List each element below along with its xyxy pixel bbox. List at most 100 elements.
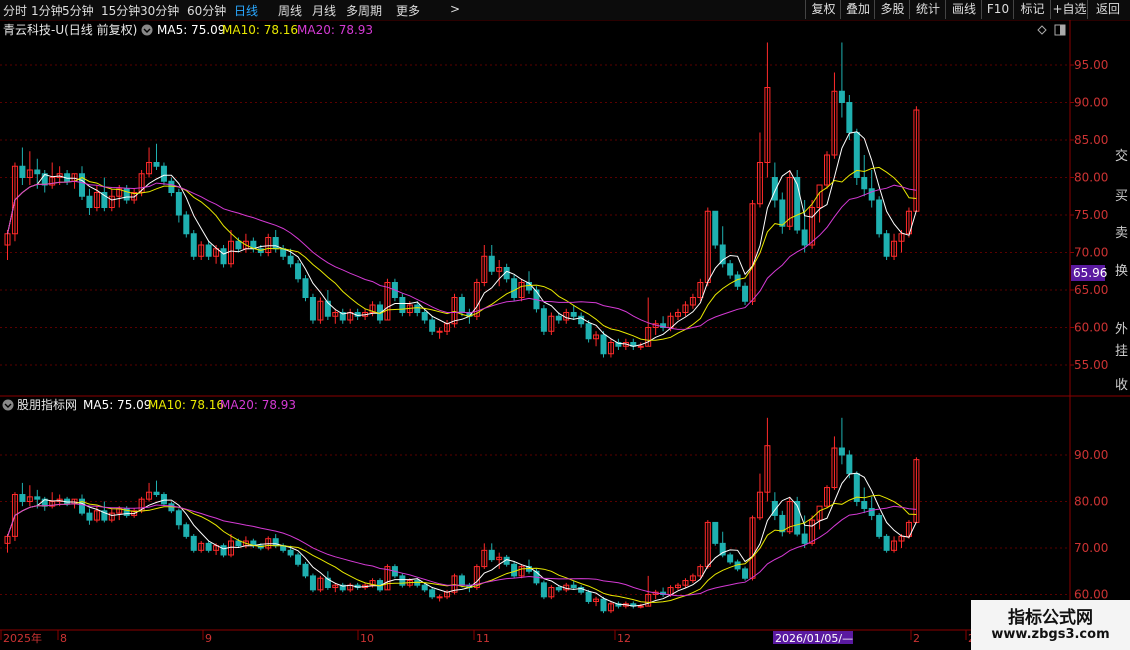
period-tab[interactable]: 月线 <box>312 2 336 19</box>
candle-body <box>712 210 719 246</box>
watermark-title: 指标公式网 <box>1008 608 1093 628</box>
candle-body <box>436 330 443 333</box>
candle-body <box>19 494 26 502</box>
ma10-line <box>7 494 917 603</box>
candle-body <box>742 285 749 302</box>
candle-body <box>287 255 294 265</box>
candle-body <box>421 312 428 321</box>
candle-body <box>160 494 167 505</box>
y-tick-label: 55.00 <box>1074 358 1108 372</box>
candle-body <box>324 300 331 317</box>
chevron-down-circle-icon[interactable] <box>141 24 153 36</box>
candle-body <box>637 605 644 608</box>
candle-body <box>585 591 592 602</box>
candle-body <box>779 199 786 227</box>
candle-body <box>868 188 875 201</box>
y-tick-label: 90.00 <box>1074 96 1108 110</box>
ma20-legend: MA20: 78.93 <box>297 23 373 37</box>
y-tick-label: 90.00 <box>1074 448 1108 462</box>
candle-body <box>175 510 182 526</box>
candle-body <box>399 297 406 313</box>
candle-body <box>883 535 890 551</box>
candle-body <box>540 582 547 598</box>
x-tick-label: 12 <box>617 632 631 645</box>
x-tick-label: 8 <box>60 632 67 645</box>
period-tab[interactable]: 1分钟 <box>31 2 63 19</box>
period-tab[interactable]: 分时 <box>3 2 27 19</box>
sub-indicator-title: 股朋指标网 <box>17 397 77 412</box>
candle-body <box>205 542 212 551</box>
diamond-icon[interactable] <box>1037 25 1047 35</box>
candle-body <box>220 545 227 556</box>
candle-body <box>295 554 302 565</box>
sub-candles <box>4 417 920 614</box>
candle-body <box>861 177 868 190</box>
candle-body <box>160 165 167 182</box>
date-cursor-label: 2026/01/05/— <box>773 631 853 645</box>
candle-body <box>414 304 421 313</box>
candle-body <box>861 501 868 509</box>
candle-body <box>771 177 778 201</box>
panel-frames <box>0 20 1130 631</box>
sub-ma5-legend: MA5: 75.09 <box>83 398 151 412</box>
candle-body <box>168 180 175 193</box>
candle-body <box>846 454 853 475</box>
toolbar-button[interactable]: 返回 <box>1087 0 1128 19</box>
candle-body <box>190 535 197 551</box>
window-toggle-icon[interactable] <box>1054 24 1066 36</box>
candle-body <box>183 524 190 537</box>
period-toolbar: 分时 1分钟 5分钟 15分钟 30分钟 60分钟 日线 周线 月线 多周期 更多 > 复权 叠加 多股统… <box>0 0 1130 21</box>
chevron-right-icon[interactable]: > <box>450 2 460 16</box>
candle-body <box>838 447 845 456</box>
candle-body <box>712 521 719 544</box>
candle-body <box>86 195 93 208</box>
toolbar-button[interactable]: 多股 <box>874 0 910 19</box>
toolbar-button[interactable]: 标记 <box>1013 0 1051 19</box>
chevron-down-circle-icon[interactable] <box>2 399 14 411</box>
y-tick-label: 70.00 <box>1074 246 1108 260</box>
main-y-axis: 95.00 90.00 85.00 80.00 75.00 70.00 65.00 60.00… <box>1070 58 1108 372</box>
info-strip-char: 收 <box>1115 378 1129 393</box>
kline-chart[interactable]: 青云科技-U(日线 前复权) MA5: 75.09 MA10: 78.16 MA… <box>0 20 1130 650</box>
info-strip-char: 卖 <box>1115 226 1129 241</box>
toolbar-button[interactable]: 复权 <box>805 0 841 19</box>
candle-body <box>295 263 302 280</box>
candle-body <box>458 297 465 313</box>
candle-body <box>287 549 294 556</box>
period-tab[interactable]: 周线 <box>278 2 302 19</box>
period-tab[interactable]: 15分钟 <box>101 2 140 19</box>
candle-body <box>458 575 465 586</box>
sub-ma10-legend: MA10: 78.16 <box>148 398 224 412</box>
ma10-legend: MA10: 78.16 <box>222 23 298 37</box>
candle-body <box>488 255 495 272</box>
candle-body <box>34 496 41 500</box>
candle-body <box>429 319 436 332</box>
y-tick-label: 60.00 <box>1074 321 1108 335</box>
period-tab[interactable]: 多周期 <box>346 2 382 19</box>
candle-body <box>488 549 495 561</box>
candle-body <box>205 244 212 257</box>
candle-body <box>123 188 130 201</box>
candle-body <box>570 312 577 317</box>
x-tick-label: 10 <box>360 632 374 645</box>
stock-title: 青云科技-U(日线 前复权) <box>3 22 137 37</box>
candle-body <box>153 162 160 167</box>
toolbar-button[interactable]: 统计 <box>909 0 946 19</box>
toolbar-button[interactable]: 叠加 <box>840 0 875 19</box>
period-tab[interactable]: 更多 <box>396 2 420 19</box>
period-tab[interactable]: 30分钟 <box>140 2 179 19</box>
toolbar-button[interactable]: +自选 <box>1050 0 1088 19</box>
candle-body <box>511 563 518 577</box>
candle-body <box>272 237 279 250</box>
candle-body <box>600 334 607 355</box>
toolbar-button[interactable]: F10 <box>981 0 1014 19</box>
y-tick-label: 85.00 <box>1074 133 1108 147</box>
candle-body <box>540 308 547 332</box>
y-tick-label: 75.00 <box>1074 208 1108 222</box>
period-tab[interactable]: 60分钟 <box>187 2 226 19</box>
candle-body <box>220 248 227 265</box>
toolbar-button[interactable]: 画线 <box>945 0 982 19</box>
period-tab[interactable]: 日线 <box>234 2 258 19</box>
candle-body <box>175 192 182 216</box>
period-tab[interactable]: 5分钟 <box>62 2 94 19</box>
